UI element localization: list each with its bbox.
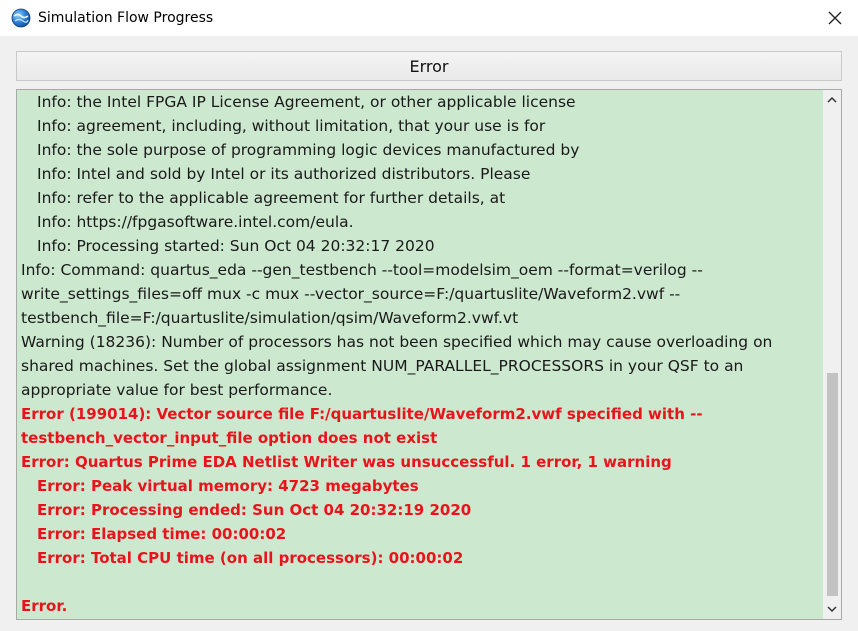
status-bar: Error (16, 51, 842, 81)
log-line: write_settings_files=off mux -c mux --ve… (21, 285, 681, 303)
log-line: Info: the sole purpose of programming lo… (37, 141, 580, 159)
title-bar: Simulation Flow Progress (0, 0, 858, 36)
log-line: Info: refer to the applicable agreement … (37, 189, 506, 207)
log-line-error: Error: Elapsed time: 00:00:02 (37, 525, 287, 543)
close-icon (828, 11, 842, 25)
scroll-down-button[interactable] (823, 600, 841, 618)
log-line: shared machines. Set the global assignme… (21, 357, 744, 375)
log-line: Info: the Intel FPGA IP License Agreemen… (37, 93, 576, 111)
chevron-up-icon (827, 96, 837, 103)
log-line: Info: https://fpgasoftware.intel.com/eul… (37, 213, 354, 231)
log-line: Info: Intel and sold by Intel or its aut… (37, 165, 531, 183)
simulation-flow-progress-window: Simulation Flow Progress Error Info: the… (0, 0, 858, 631)
log-panel[interactable]: Info: the Intel FPGA IP License Agreemen… (16, 89, 842, 620)
log-line-error: Error: Peak virtual memory: 4723 megabyt… (37, 477, 419, 495)
window-title: Simulation Flow Progress (38, 10, 214, 26)
scroll-up-button[interactable] (823, 91, 841, 109)
scrollbar-thumb[interactable] (827, 373, 838, 596)
log-line-error: Error: Processing ended: Sun Oct 04 20:3… (37, 501, 472, 519)
status-label: Error (409, 56, 449, 76)
log-line: Warning (18236): Number of processors ha… (21, 333, 773, 351)
close-button[interactable] (812, 0, 858, 36)
log-line: Info: Command: quartus_eda --gen_testben… (21, 261, 703, 279)
log-lines: Info: the Intel FPGA IP License Agreemen… (17, 90, 821, 619)
log-line-error: Error (199014): Vector source file F:/qu… (21, 405, 703, 423)
log-line: appropriate value for best performance. (21, 381, 333, 399)
log-line: Info: agreement, including, without limi… (37, 117, 546, 135)
log-line: Info: Processing started: Sun Oct 04 20:… (37, 237, 435, 255)
globe-app-icon (11, 8, 31, 28)
log-line-error: Error: Total CPU time (on all processors… (37, 549, 464, 567)
log-line-error: Error. (21, 597, 68, 615)
chevron-down-icon (827, 606, 837, 613)
vertical-scrollbar[interactable] (823, 90, 841, 619)
log-line: testbench_file=F:/quartuslite/simulation… (21, 309, 519, 327)
log-line-error: Error: Quartus Prime EDA Netlist Writer … (21, 453, 672, 471)
log-line-error: testbench_vector_input_file option does … (21, 429, 438, 447)
